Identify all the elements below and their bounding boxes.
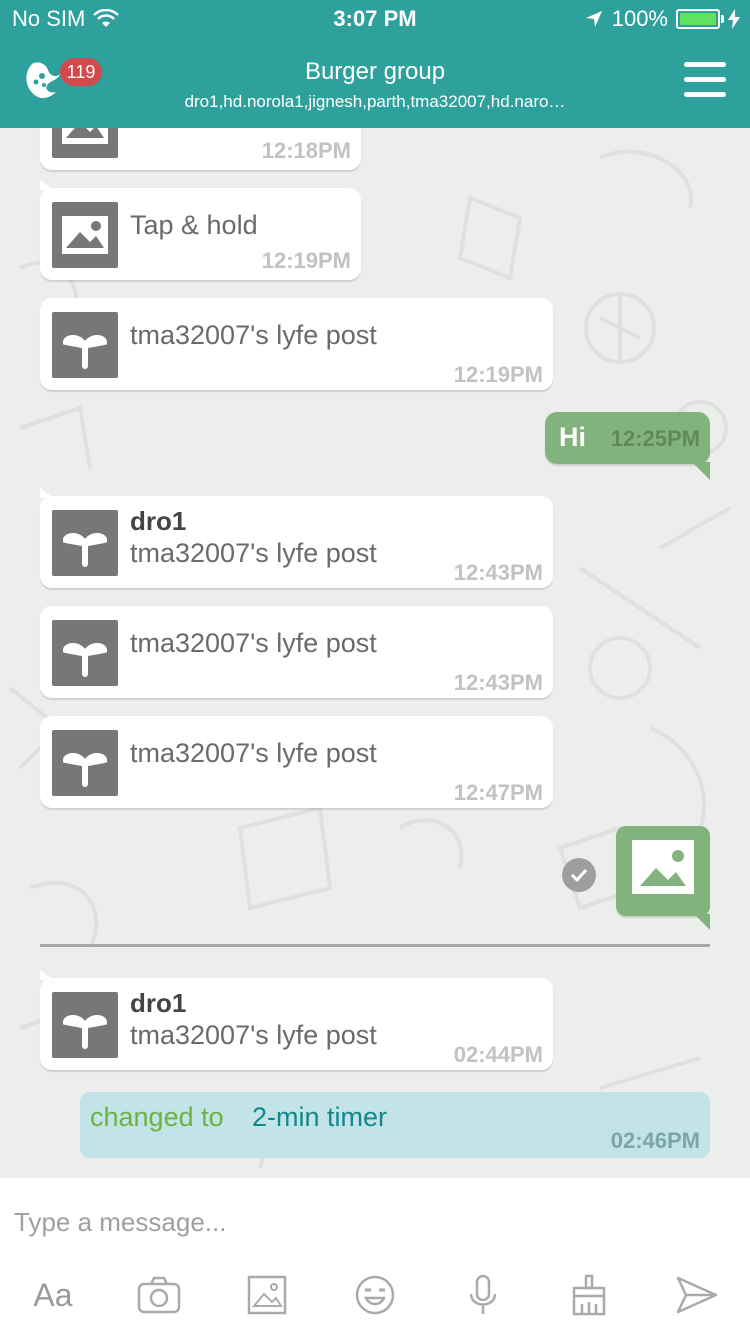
message-time: 12:19PM <box>453 362 543 387</box>
message-bubble[interactable]: tma32007's lyfe post 12:47PM <box>40 716 553 808</box>
emoji-button[interactable] <box>352 1274 398 1316</box>
message-text: tma32007's lyfe post <box>130 538 377 568</box>
composer-toolbar: Aa <box>0 1274 750 1318</box>
message-time: 02:44PM <box>453 1042 543 1067</box>
image-icon <box>62 216 108 254</box>
message-time: 12:19PM <box>261 248 351 273</box>
timer-value: 2-min timer <box>252 1102 388 1132</box>
chat-area[interactable]: 12:18PM Tap & hold 12:19PM tma32007's ly… <box>0 128 750 1178</box>
chat-header: 119 Burger group dro1,hd.norola1,jignesh… <box>0 40 750 128</box>
message-bubble[interactable]: tma32007's lyfe post 12:43PM <box>40 606 553 698</box>
outgoing-message-bubble[interactable]: Hi 12:25PM <box>545 412 710 480</box>
battery-icon <box>676 9 724 29</box>
emoji-icon <box>355 1275 395 1315</box>
composer: Aa <box>0 1178 750 1334</box>
message-time: 12:18PM <box>261 138 351 163</box>
timer-notice: changed to 2-min timer 02:46PM <box>80 1092 710 1158</box>
message-time: 12:43PM <box>453 560 543 585</box>
message-input[interactable] <box>14 1202 714 1242</box>
message-text: tma32007's lyfe post <box>130 738 377 768</box>
image-icon <box>62 128 108 144</box>
message-time: 12:47PM <box>453 780 543 805</box>
sent-checkmark-icon <box>562 858 596 892</box>
message-sender: dro1 <box>130 988 187 1018</box>
image-thumbnail[interactable] <box>52 128 118 158</box>
message-time: 12:43PM <box>453 670 543 695</box>
message-bubble[interactable]: tma32007's lyfe post 12:19PM <box>40 298 553 390</box>
message-sender: dro1 <box>130 506 187 536</box>
lyfe-post-thumbnail[interactable] <box>52 510 118 576</box>
gallery-button[interactable] <box>244 1274 290 1316</box>
unread-divider <box>40 944 710 947</box>
message-bubble[interactable]: Tap & hold 12:19PM <box>40 180 361 280</box>
message-time: 12:25PM <box>610 426 700 451</box>
location-arrow-icon <box>585 11 602 27</box>
outgoing-image-bubble[interactable] <box>616 826 710 930</box>
message-bubble[interactable]: dro1 tma32007's lyfe post 12:43PM <box>40 488 553 588</box>
sprout-icon <box>62 335 108 369</box>
microphone-icon <box>469 1274 497 1314</box>
message-text: Tap & hold <box>130 210 258 240</box>
image-icon <box>632 840 694 894</box>
chat-members[interactable]: dro1,hd.norola1,jignesh,parth,tma32007,h… <box>150 92 600 112</box>
microphone-button[interactable] <box>460 1274 506 1316</box>
sprout-icon <box>62 753 108 787</box>
charging-bolt-icon <box>728 9 740 29</box>
message-text: tma32007's lyfe post <box>130 628 377 658</box>
message-bubble[interactable]: 12:18PM <box>40 128 361 170</box>
sprout-icon <box>62 643 108 677</box>
message-text: Hi <box>559 422 586 452</box>
battery-percent: 100% <box>611 6 668 31</box>
timer-prefix: changed to <box>90 1102 224 1132</box>
sprout-icon <box>62 533 108 567</box>
message-text: tma32007's lyfe post <box>130 320 377 350</box>
image-thumbnail[interactable] <box>52 202 118 268</box>
lyfe-post-thumbnail[interactable] <box>52 312 118 378</box>
brush-button[interactable] <box>566 1274 612 1316</box>
lyfe-post-thumbnail[interactable] <box>52 620 118 686</box>
send-button[interactable] <box>674 1274 720 1316</box>
lyfe-post-thumbnail[interactable] <box>52 992 118 1058</box>
message-bubble[interactable]: dro1 tma32007's lyfe post 02:44PM <box>40 970 553 1070</box>
camera-icon <box>137 1276 181 1314</box>
send-icon <box>676 1276 718 1314</box>
message-text: tma32007's lyfe post <box>130 1020 377 1050</box>
camera-button[interactable] <box>136 1274 182 1316</box>
lyfe-post-thumbnail[interactable] <box>52 730 118 796</box>
menu-button[interactable] <box>684 62 726 100</box>
chat-title[interactable]: Burger group <box>0 58 750 86</box>
timer-time: 02:46PM <box>610 1128 700 1153</box>
font-button[interactable]: Aa <box>30 1274 76 1316</box>
gallery-icon <box>247 1275 287 1315</box>
status-bar: No SIM 3:07 PM 100% <box>0 0 750 40</box>
sprout-icon <box>62 1015 108 1049</box>
brush-icon <box>572 1274 606 1316</box>
